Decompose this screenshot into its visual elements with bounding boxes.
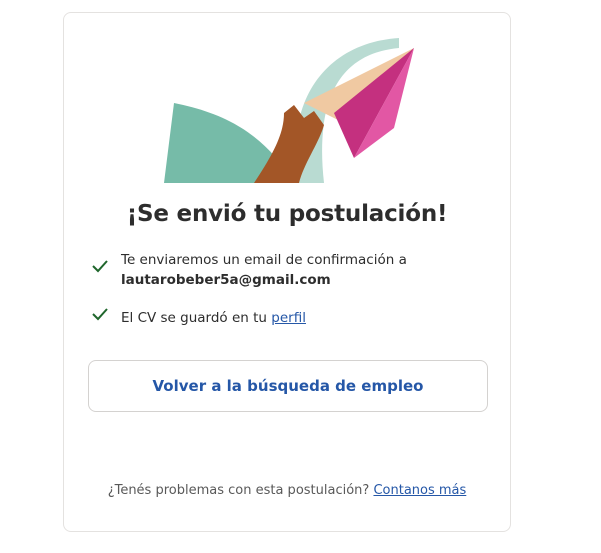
check-icon bbox=[92, 260, 108, 273]
footer-question: ¿Tenés problemas con esta postulación? bbox=[107, 483, 370, 498]
page-title: ¡Se envió tu postulación! bbox=[126, 201, 448, 227]
cv-label: El CV se guardó en tu bbox=[121, 310, 267, 326]
footer-help: ¿Tenés problemas con esta postulación? C… bbox=[64, 483, 510, 498]
confirmation-text: Te enviaremos un email de confirmación a… bbox=[121, 250, 407, 290]
profile-link[interactable]: perfil bbox=[271, 310, 306, 326]
cv-text: El CV se guardó en tu perfil bbox=[121, 308, 306, 328]
contact-link[interactable]: Contanos más bbox=[373, 483, 466, 498]
check-icon bbox=[92, 308, 108, 321]
application-submitted-card: ¡Se envió tu postulación! Te enviaremos … bbox=[63, 12, 511, 532]
back-to-search-button[interactable]: Volver a la búsqueda de empleo bbox=[88, 360, 488, 412]
confirmation-label: Te enviaremos un email de confirmación a bbox=[121, 252, 407, 268]
email-address: lautarobeber5a@gmail.com bbox=[121, 272, 331, 288]
paper-plane-illustration-icon bbox=[164, 38, 414, 183]
